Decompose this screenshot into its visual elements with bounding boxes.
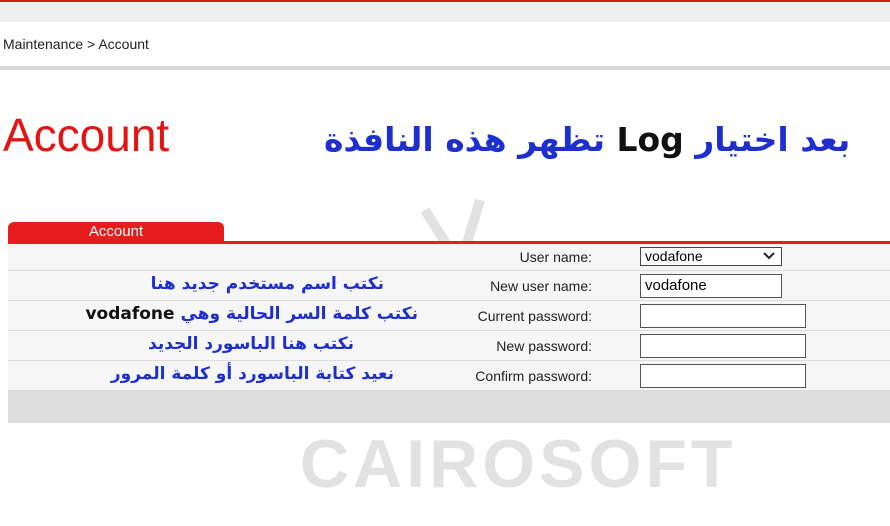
page-title: Account — [3, 109, 170, 161]
form-row-current-password: نكتب كلمة السر الحالية وهي vodafone Curr… — [8, 301, 890, 331]
annotation-heading-part1: بعد اختيار — [695, 120, 851, 159]
new-user-name-input[interactable]: vodafone — [640, 274, 782, 298]
annotation-heading-part2: Log — [616, 120, 684, 159]
form-row-user-name: User name: vodafone — [8, 244, 890, 271]
top-strip — [0, 0, 890, 22]
form-row-confirm-password: نعيد كتابة الباسورد أو كلمة المرور Confi… — [8, 361, 890, 391]
annotation-current-password-value: vodafone — [85, 304, 175, 324]
annotation-confirm-password: نعيد كتابة الباسورد أو كلمة المرور — [110, 364, 394, 384]
annotation-current-password: نكتب كلمة السر الحالية وهي vodafone — [85, 304, 418, 324]
annotation-new-password: نكتب هنا الباسورد الجديد — [148, 334, 354, 354]
form-footer-band — [8, 391, 890, 423]
confirm-password-input[interactable] — [640, 364, 806, 388]
chevron-down-icon — [763, 252, 775, 260]
annotation-heading-part3: تظهر هذه النافذة — [324, 120, 605, 159]
user-name-select[interactable]: vodafone — [640, 247, 782, 266]
new-user-name-label: New user name: — [490, 278, 592, 294]
breadcrumb: Maintenance > Account — [3, 36, 149, 52]
confirm-password-label: Confirm password: — [475, 368, 592, 384]
tab-account[interactable]: Account — [8, 222, 224, 242]
new-password-label: New password: — [496, 338, 592, 354]
annotation-current-password-text: نكتب كلمة السر الحالية وهي — [180, 304, 418, 324]
user-name-label: User name: — [519, 249, 592, 265]
current-password-input[interactable] — [640, 304, 806, 328]
main-content: Account بعد اختيار Log تظهر هذه النافذة … — [0, 70, 890, 526]
annotation-heading: بعد اختيار Log تظهر هذه النافذة — [324, 120, 850, 159]
breadcrumb-bar: Maintenance > Account — [0, 22, 890, 66]
account-form: User name: vodafone نكتب اسم مستخدم جديد… — [8, 244, 890, 423]
form-row-new-user-name: نكتب اسم مستخدم جديد هنا New user name: … — [8, 271, 890, 301]
form-row-new-password: نكتب هنا الباسورد الجديد New password: — [8, 331, 890, 361]
watermark-logo: CAIROSOFT — [300, 426, 737, 502]
user-name-select-value: vodafone — [645, 248, 703, 264]
current-password-label: Current password: — [477, 308, 592, 324]
annotation-new-user-name: نكتب اسم مستخدم جديد هنا — [150, 274, 384, 294]
new-password-input[interactable] — [640, 334, 806, 358]
